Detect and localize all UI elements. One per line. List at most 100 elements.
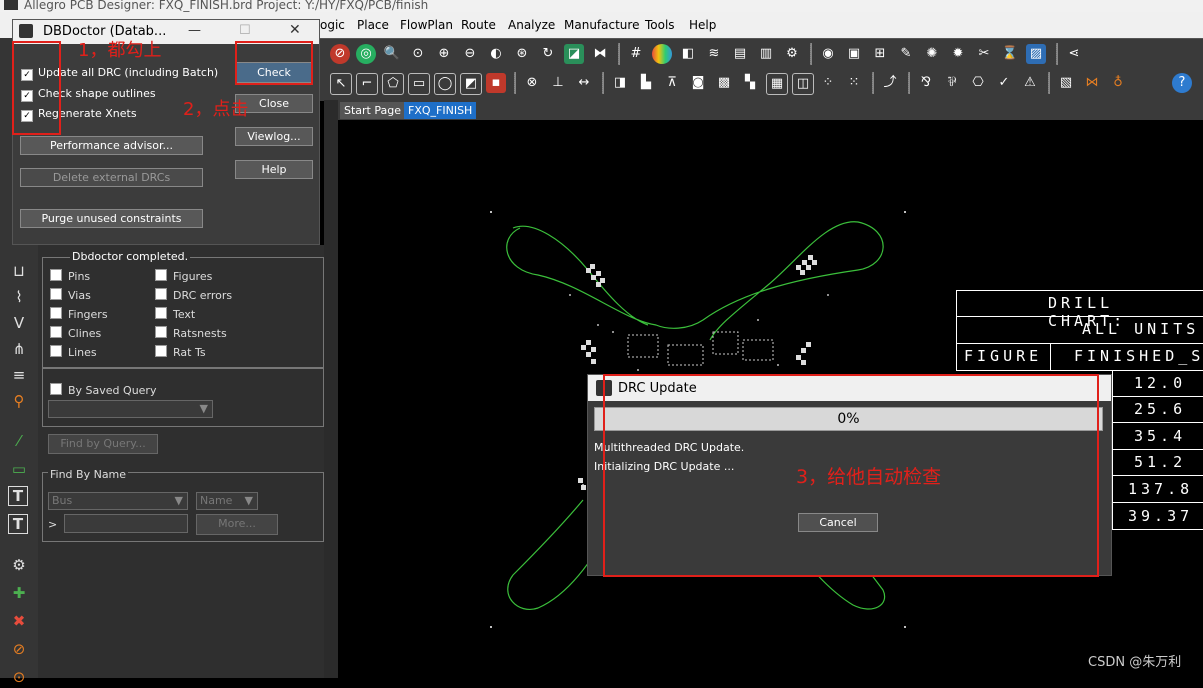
mark-icon[interactable]: ⅋ [916,73,936,93]
pin-icon[interactable]: ⊔ [8,260,30,282]
find-type-select[interactable]: Bus ▼ [48,492,188,510]
zoom-world-icon[interactable]: ⊛ [512,44,532,64]
dots-grid-icon[interactable]: ⁙ [844,73,864,93]
close-icon[interactable]: ✕ [289,22,301,38]
find-drc-errors-checkbox[interactable]: DRC errors [155,288,232,302]
tab-start-page[interactable]: Start Page [340,102,405,119]
edit-text-icon[interactable]: T [8,514,28,534]
measure-icon[interactable]: ⊞ [870,44,890,64]
mark-check-icon[interactable]: ✓ [994,73,1014,93]
delete-external-drcs-button[interactable]: Delete external DRCs [20,168,203,187]
fanout-icon[interactable]: ⊼ [662,73,682,93]
property-gear-icon[interactable]: ⚙ [8,554,30,576]
route-a-icon[interactable]: ⚲ [8,390,30,412]
find-rat-ts-checkbox[interactable]: Rat Ts [155,345,206,359]
fanout-strip-icon[interactable]: ⋔ [8,338,30,360]
shape-fill-icon[interactable]: ▪ [486,73,506,93]
shadow-icon[interactable]: ◧ [678,44,698,64]
place-manual-icon[interactable]: ▙ [636,73,656,93]
hourglass-icon[interactable]: ⌛ [1000,44,1020,64]
add-text-icon[interactable]: T [8,486,28,506]
find-fingers-checkbox[interactable]: Fingers [50,307,108,321]
sun-icon[interactable]: ✺ [922,44,942,64]
shape-circle-icon[interactable]: ◯ [434,73,456,95]
report-clip-icon[interactable]: ▧ [1056,73,1076,93]
mirror-icon[interactable]: ⧓ [590,44,610,64]
menu-help[interactable]: Help [689,18,716,32]
more-button[interactable]: More... [196,514,278,535]
menu-route[interactable]: Route [461,18,496,32]
report-icon[interactable]: ▤ [730,44,750,64]
highlight-icon[interactable]: ✎ [896,44,916,64]
property-disable-icon[interactable]: ⊘ [8,638,30,660]
mark-cube-icon[interactable]: ⎔ [968,73,988,93]
grid-icon[interactable]: # [626,44,646,64]
menu-tools[interactable]: Tools [645,18,675,32]
vee-icon[interactable]: V [8,312,30,334]
purge-constraints-button[interactable]: Purge unused constraints [20,209,203,228]
minimize-icon[interactable]: — [188,23,201,38]
menu-manufacture[interactable]: Manufacture [564,18,639,32]
lines-icon[interactable]: ≡ [8,364,30,386]
property-edit-icon[interactable]: ⊙ [8,666,30,688]
dimension-search-icon[interactable]: ⊗ [522,73,542,93]
viewlog-button[interactable]: Viewlog... [235,127,313,146]
display-icon[interactable]: ▨ [1026,44,1046,64]
find-by-query-button[interactable]: Find by Query... [48,434,158,454]
saved-query-checkbox[interactable]: By Saved Query [50,383,156,397]
place-edit-icon[interactable]: ▚ [740,73,760,93]
r2a-icon[interactable]: ▩ [714,73,734,93]
menu-place[interactable]: Place [357,18,389,32]
route-icon[interactable]: ⌐ [356,73,378,95]
find-figures-checkbox[interactable]: Figures [155,269,212,283]
menu-flowplan[interactable]: FlowPlan [400,18,453,32]
zoom-prev-icon[interactable]: ◐ [486,44,506,64]
maximize-icon[interactable]: ☐ [239,23,251,38]
menu-logic[interactable]: ogic [320,18,345,32]
property-delete-icon[interactable]: ✖ [8,610,30,632]
camera-icon[interactable]: ◙ [688,73,708,93]
dimension-icon[interactable]: ⊥ [548,73,568,93]
menu-analyze[interactable]: Analyze [508,18,555,32]
dehighlight-icon[interactable]: ✹ [948,44,968,64]
shape-edit-icon[interactable]: ◩ [460,73,482,95]
mark-warning-icon[interactable]: ⚠ [1020,73,1040,93]
place-icon[interactable]: ◨ [610,73,630,93]
connect-icon[interactable]: ⤴ [880,73,900,93]
select-icon[interactable]: ↖ [330,73,352,95]
document-icon[interactable]: ▥ [756,44,776,64]
mark-book-icon[interactable]: ⅌ [942,73,962,93]
zoom-fit-icon[interactable]: ⊙ [408,44,428,64]
zoom-in-icon[interactable]: ⊕ [434,44,454,64]
find-lines-checkbox[interactable]: Lines [50,345,97,359]
help-icon[interactable]: ? [1172,73,1192,93]
refresh-icon[interactable]: ◎ [356,44,376,64]
dots-icon[interactable]: ⁘ [818,73,838,93]
stop-icon[interactable]: ⊘ [330,44,350,64]
shape-poly-icon[interactable]: ⬠ [382,73,404,95]
flip-3d-icon[interactable]: ◪ [564,44,584,64]
grid-box-icon[interactable]: ▦ [766,73,788,95]
find-pins-checkbox[interactable]: Pins [50,269,90,283]
color-icon[interactable] [652,44,672,64]
saved-query-select[interactable]: ▼ [48,400,213,418]
visibility-icon[interactable]: ◉ [818,44,838,64]
property-add-icon[interactable]: ✚ [8,582,30,604]
assign-color-icon[interactable]: ✂ [974,44,994,64]
find-name-select[interactable]: Name ▼ [196,492,258,510]
share-icon[interactable]: ⋖ [1064,44,1084,64]
find-text-checkbox[interactable]: Text [155,307,195,321]
find-ratsnests-checkbox[interactable]: Ratsnests [155,326,227,340]
find-vias-checkbox[interactable]: Vias [50,288,91,302]
help-button[interactable]: Help [235,160,313,179]
bowtie-icon[interactable]: ⋈ [1082,73,1102,93]
show-element-icon[interactable]: ▣ [844,44,864,64]
zoom-out-icon[interactable]: ⊖ [460,44,480,64]
performance-advisor-button[interactable]: Performance advisor... [20,136,203,155]
redraw-icon[interactable]: ↻ [538,44,558,64]
layers-icon[interactable]: ≋ [704,44,724,64]
find-name-input[interactable] [64,514,188,533]
add-line-icon[interactable]: ⁄ [8,430,30,452]
shape-rect-icon[interactable]: ▭ [408,73,430,95]
zoom-points-icon[interactable]: 🔍 [382,44,402,64]
